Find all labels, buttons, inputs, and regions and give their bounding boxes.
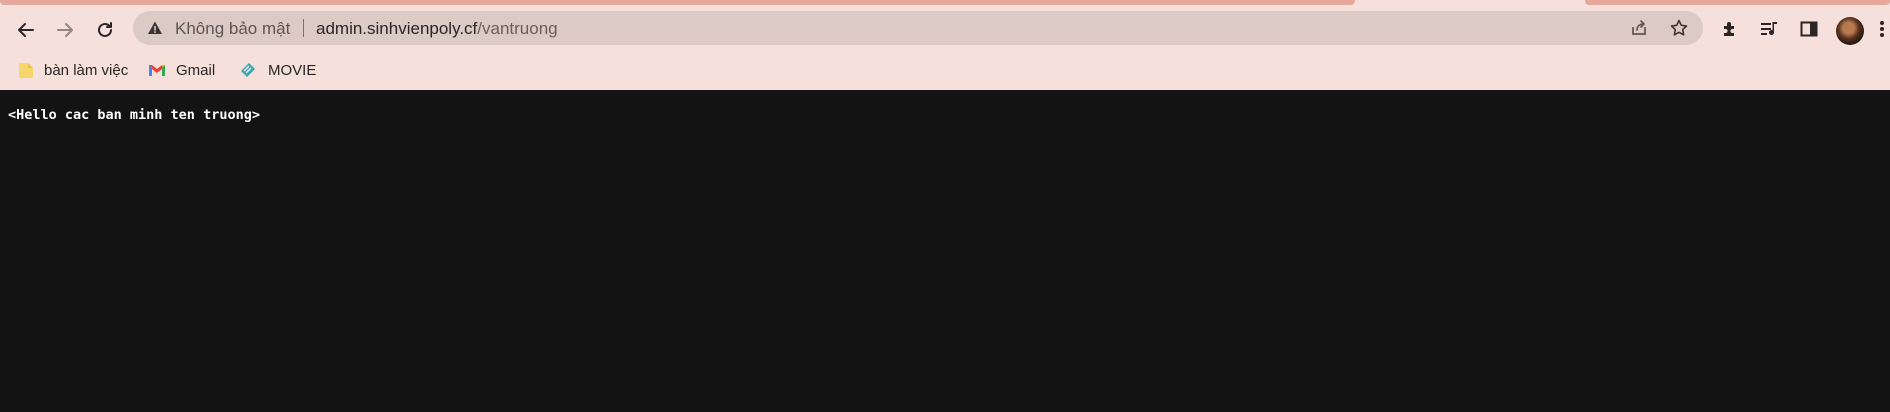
share-icon: [1632, 20, 1646, 35]
bookmark-label: Gmail: [176, 61, 216, 79]
bookmark-gmail[interactable]: Gmail: [148, 58, 215, 82]
bookmark-label: bàn làm việc: [44, 61, 129, 79]
url-path: /vantruong: [477, 19, 558, 38]
address-bar[interactable]: Không bảo mật admin.sinhvienpoly.cf/vant…: [133, 11, 1703, 45]
menu-dots-icon: [1880, 21, 1884, 37]
extensions-button[interactable]: [1717, 16, 1743, 42]
media-queue-button[interactable]: [1756, 16, 1782, 42]
url-text[interactable]: admin.sinhvienpoly.cf/vantruong: [316, 19, 558, 39]
browser-toolbar: Không bảo mật admin.sinhvienpoly.cf/vant…: [0, 5, 1890, 50]
menu-button[interactable]: [1875, 16, 1889, 42]
warning-icon[interactable]: [147, 20, 163, 36]
forward-arrow-icon: [57, 23, 73, 37]
back-button[interactable]: [12, 16, 40, 44]
reload-button[interactable]: [91, 16, 119, 44]
bookmark-star-button[interactable]: [1668, 17, 1690, 39]
share-button[interactable]: [1628, 17, 1650, 39]
bookmark-folder[interactable]: bàn làm việc: [18, 58, 128, 82]
page-text: <Hello cac ban minh ten truong>: [8, 107, 260, 123]
back-arrow-icon: [18, 23, 34, 37]
bookmark-label: MOVIE: [268, 61, 317, 79]
omnibox-divider: [303, 19, 304, 37]
bookmark-movie[interactable]: MOVIE: [238, 58, 316, 82]
page-content: <Hello cac ban minh ten truong>: [0, 90, 1890, 412]
star-icon: [1670, 19, 1688, 36]
bookmarks-bar: bàn làm việc Gmail MOVIE: [0, 50, 1890, 90]
media-queue-icon: [1761, 22, 1777, 35]
side-panel-icon: [1800, 21, 1818, 37]
side-panel-button[interactable]: [1796, 16, 1822, 42]
security-status[interactable]: Không bảo mật: [175, 19, 290, 39]
profile-avatar[interactable]: [1836, 17, 1864, 45]
gmail-icon: [149, 65, 165, 76]
extensions-icon: [1724, 22, 1734, 36]
forward-button[interactable]: [51, 16, 79, 44]
url-host: admin.sinhvienpoly.cf: [316, 19, 478, 38]
reload-icon: [98, 22, 112, 37]
ticket-icon: [241, 63, 255, 77]
folder-icon: [19, 63, 33, 78]
